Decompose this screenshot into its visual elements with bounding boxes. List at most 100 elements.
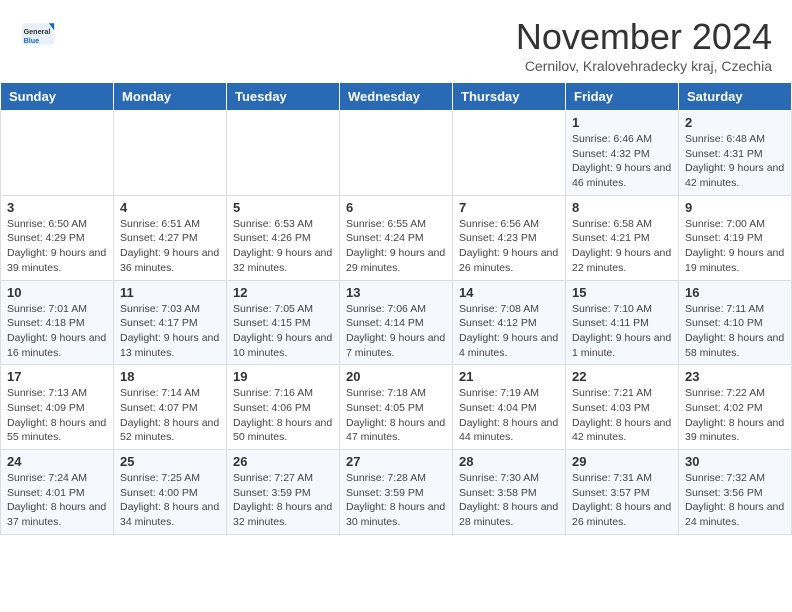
day-info: Sunrise: 7:27 AM Sunset: 3:59 PM Dayligh…	[233, 471, 333, 530]
calendar-cell	[340, 111, 453, 196]
month-title: November 2024	[516, 16, 772, 58]
day-number: 20	[346, 369, 446, 384]
calendar-body: 1Sunrise: 6:46 AM Sunset: 4:32 PM Daylig…	[1, 111, 792, 535]
calendar-cell: 2 Sunrise: 6:48 AM Sunset: 4:31 PM Daylig…	[679, 111, 792, 196]
calendar-cell: 17 Sunrise: 7:13 AM Sunset: 4:09 PM Dayli…	[1, 365, 114, 450]
day-info: Sunrise: 7:16 AM Sunset: 4:06 PM Dayligh…	[233, 386, 333, 445]
logo: General Blue	[20, 16, 56, 52]
day-number: 17	[7, 369, 107, 384]
calendar-cell: 4Sunrise: 6:51 AM Sunset: 4:27 PM Daylig…	[114, 195, 227, 280]
calendar-cell: 13 Sunrise: 7:06 AM Sunset: 4:14 PM Dayli…	[340, 280, 453, 365]
day-number: 11	[120, 285, 220, 300]
location: Cernilov, Kralovehradecky kraj, Czechia	[516, 58, 772, 74]
day-info: Sunrise: 7:10 AM Sunset: 4:11 PM Dayligh…	[572, 302, 672, 361]
day-number: 28	[459, 454, 559, 469]
day-number: 29	[572, 454, 672, 469]
calendar-cell: 30 Sunrise: 7:32 AM Sunset: 3:56 PM Dayli…	[679, 450, 792, 535]
calendar-week-row: 1Sunrise: 6:46 AM Sunset: 4:32 PM Daylig…	[1, 111, 792, 196]
day-info: Sunrise: 7:31 AM Sunset: 3:57 PM Dayligh…	[572, 471, 672, 530]
calendar-cell: 16Sunrise: 7:11 AM Sunset: 4:10 PM Dayli…	[679, 280, 792, 365]
day-number: 8	[572, 200, 672, 215]
day-number: 9	[685, 200, 785, 215]
day-info: Sunrise: 6:48 AM Sunset: 4:31 PM Dayligh…	[685, 132, 785, 191]
calendar-cell: 24 Sunrise: 7:24 AM Sunset: 4:01 PM Dayli…	[1, 450, 114, 535]
calendar-cell: 8 Sunrise: 6:58 AM Sunset: 4:21 PM Daylig…	[566, 195, 679, 280]
day-info: Sunrise: 7:24 AM Sunset: 4:01 PM Dayligh…	[7, 471, 107, 530]
day-number: 19	[233, 369, 333, 384]
weekday-header-wednesday: Wednesday	[340, 83, 453, 111]
day-number: 7	[459, 200, 559, 215]
title-block: November 2024 Cernilov, Kralovehradecky …	[516, 16, 772, 74]
day-number: 23	[685, 369, 785, 384]
calendar-cell: 22Sunrise: 7:21 AM Sunset: 4:03 PM Dayli…	[566, 365, 679, 450]
day-number: 4	[120, 200, 220, 215]
day-info: Sunrise: 7:13 AM Sunset: 4:09 PM Dayligh…	[7, 386, 107, 445]
weekday-header-thursday: Thursday	[453, 83, 566, 111]
day-info: Sunrise: 7:05 AM Sunset: 4:15 PM Dayligh…	[233, 302, 333, 361]
day-info: Sunrise: 6:50 AM Sunset: 4:29 PM Dayligh…	[7, 217, 107, 276]
day-number: 26	[233, 454, 333, 469]
calendar-cell: 20 Sunrise: 7:18 AM Sunset: 4:05 PM Dayli…	[340, 365, 453, 450]
day-number: 18	[120, 369, 220, 384]
calendar-week-row: 3 Sunrise: 6:50 AM Sunset: 4:29 PM Daylig…	[1, 195, 792, 280]
calendar-cell: 15 Sunrise: 7:10 AM Sunset: 4:11 PM Dayli…	[566, 280, 679, 365]
day-info: Sunrise: 6:53 AM Sunset: 4:26 PM Dayligh…	[233, 217, 333, 276]
day-number: 27	[346, 454, 446, 469]
calendar-cell: 1Sunrise: 6:46 AM Sunset: 4:32 PM Daylig…	[566, 111, 679, 196]
day-info: Sunrise: 7:28 AM Sunset: 3:59 PM Dayligh…	[346, 471, 446, 530]
day-info: Sunrise: 7:22 AM Sunset: 4:02 PM Dayligh…	[685, 386, 785, 445]
day-info: Sunrise: 7:14 AM Sunset: 4:07 PM Dayligh…	[120, 386, 220, 445]
day-info: Sunrise: 7:32 AM Sunset: 3:56 PM Dayligh…	[685, 471, 785, 530]
weekday-header-monday: Monday	[114, 83, 227, 111]
day-number: 30	[685, 454, 785, 469]
day-info: Sunrise: 7:11 AM Sunset: 4:10 PM Dayligh…	[685, 302, 785, 361]
day-number: 15	[572, 285, 672, 300]
calendar-table: SundayMondayTuesdayWednesdayThursdayFrid…	[0, 82, 792, 535]
calendar-week-row: 17 Sunrise: 7:13 AM Sunset: 4:09 PM Dayli…	[1, 365, 792, 450]
calendar-cell	[453, 111, 566, 196]
day-number: 2	[685, 115, 785, 130]
calendar-cell: 10 Sunrise: 7:01 AM Sunset: 4:18 PM Dayli…	[1, 280, 114, 365]
day-info: Sunrise: 6:55 AM Sunset: 4:24 PM Dayligh…	[346, 217, 446, 276]
day-info: Sunrise: 7:03 AM Sunset: 4:17 PM Dayligh…	[120, 302, 220, 361]
calendar-cell: 29 Sunrise: 7:31 AM Sunset: 3:57 PM Dayli…	[566, 450, 679, 535]
day-number: 1	[572, 115, 672, 130]
day-info: Sunrise: 7:08 AM Sunset: 4:12 PM Dayligh…	[459, 302, 559, 361]
svg-text:General: General	[24, 27, 51, 36]
calendar-cell: 9 Sunrise: 7:00 AM Sunset: 4:19 PM Daylig…	[679, 195, 792, 280]
calendar-cell: 18 Sunrise: 7:14 AM Sunset: 4:07 PM Dayli…	[114, 365, 227, 450]
day-number: 13	[346, 285, 446, 300]
day-info: Sunrise: 6:58 AM Sunset: 4:21 PM Dayligh…	[572, 217, 672, 276]
day-number: 24	[7, 454, 107, 469]
calendar-cell	[1, 111, 114, 196]
calendar-cell: 12Sunrise: 7:05 AM Sunset: 4:15 PM Dayli…	[227, 280, 340, 365]
calendar-cell: 5Sunrise: 6:53 AM Sunset: 4:26 PM Daylig…	[227, 195, 340, 280]
weekday-header-friday: Friday	[566, 83, 679, 111]
day-info: Sunrise: 6:56 AM Sunset: 4:23 PM Dayligh…	[459, 217, 559, 276]
calendar-cell: 27 Sunrise: 7:28 AM Sunset: 3:59 PM Dayli…	[340, 450, 453, 535]
day-number: 6	[346, 200, 446, 215]
day-number: 10	[7, 285, 107, 300]
logo-icon: General Blue	[20, 16, 56, 52]
day-info: Sunrise: 7:01 AM Sunset: 4:18 PM Dayligh…	[7, 302, 107, 361]
calendar-cell: 21Sunrise: 7:19 AM Sunset: 4:04 PM Dayli…	[453, 365, 566, 450]
weekday-header-saturday: Saturday	[679, 83, 792, 111]
day-info: Sunrise: 7:06 AM Sunset: 4:14 PM Dayligh…	[346, 302, 446, 361]
day-info: Sunrise: 7:00 AM Sunset: 4:19 PM Dayligh…	[685, 217, 785, 276]
calendar-cell: 23 Sunrise: 7:22 AM Sunset: 4:02 PM Dayli…	[679, 365, 792, 450]
calendar-week-row: 10 Sunrise: 7:01 AM Sunset: 4:18 PM Dayli…	[1, 280, 792, 365]
calendar-cell	[227, 111, 340, 196]
calendar-cell	[114, 111, 227, 196]
calendar-cell: 6 Sunrise: 6:55 AM Sunset: 4:24 PM Daylig…	[340, 195, 453, 280]
day-number: 25	[120, 454, 220, 469]
calendar-cell: 25 Sunrise: 7:25 AM Sunset: 4:00 PM Dayli…	[114, 450, 227, 535]
calendar-cell: 11 Sunrise: 7:03 AM Sunset: 4:17 PM Dayli…	[114, 280, 227, 365]
day-info: Sunrise: 7:25 AM Sunset: 4:00 PM Dayligh…	[120, 471, 220, 530]
day-info: Sunrise: 7:30 AM Sunset: 3:58 PM Dayligh…	[459, 471, 559, 530]
calendar-cell: 14Sunrise: 7:08 AM Sunset: 4:12 PM Dayli…	[453, 280, 566, 365]
day-number: 21	[459, 369, 559, 384]
calendar-cell: 26 Sunrise: 7:27 AM Sunset: 3:59 PM Dayli…	[227, 450, 340, 535]
day-number: 3	[7, 200, 107, 215]
page-header: General Blue November 2024 Cernilov, Kra…	[0, 0, 792, 82]
day-info: Sunrise: 7:18 AM Sunset: 4:05 PM Dayligh…	[346, 386, 446, 445]
